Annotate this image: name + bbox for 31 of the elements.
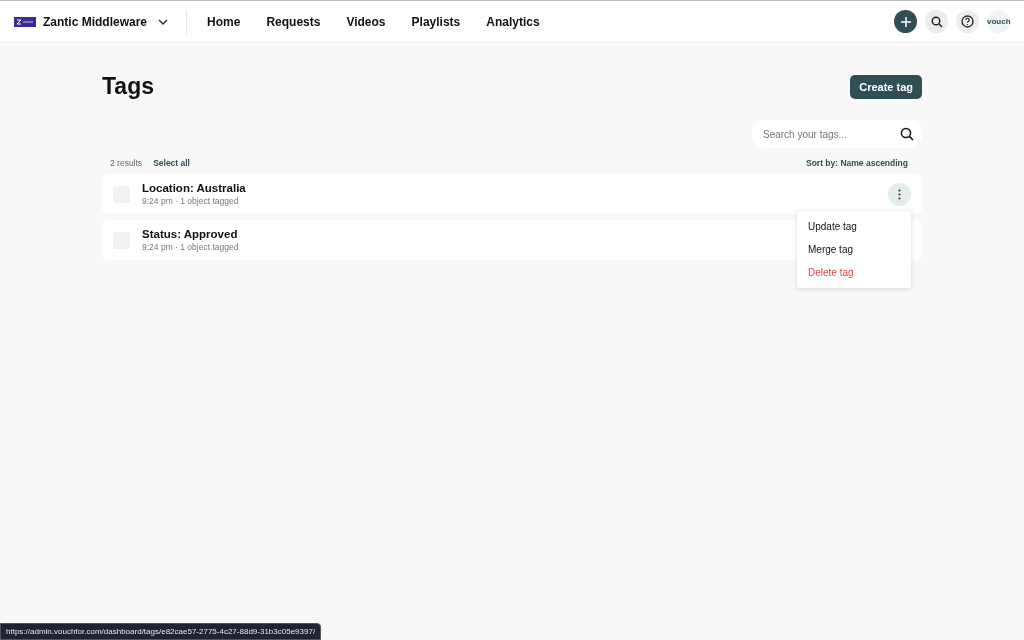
create-tag-button[interactable]: Create tag	[850, 74, 922, 99]
results-count: 2 results	[110, 158, 143, 168]
plus-icon	[899, 15, 912, 28]
chevron-down-icon[interactable]	[158, 18, 169, 25]
more-icon	[898, 188, 901, 200]
select-all-link[interactable]: Select all	[153, 158, 190, 168]
add-button[interactable]	[894, 10, 917, 33]
tag-name: Status: Approved	[142, 228, 239, 240]
nav-link[interactable]: Home	[207, 14, 241, 29]
tag-meta: 9:24 pm · 1 object tagged	[142, 242, 239, 252]
search-button[interactable]	[925, 10, 948, 33]
sort-link[interactable]: Sort by: Name ascending	[805, 158, 908, 168]
nav-link[interactable]: Analytics	[486, 14, 540, 29]
nav-link[interactable]: Requests	[266, 14, 321, 29]
page-title: Tags	[102, 73, 154, 100]
search-icon	[900, 127, 914, 141]
help-button[interactable]	[956, 10, 979, 33]
account-avatar[interactable]: vouch	[987, 10, 1010, 33]
nav-link[interactable]: Videos	[346, 14, 386, 29]
more-options-button[interactable]	[888, 182, 911, 206]
status-url: https://admin.vouchfor.com/dashboard/tags/e82cae57-2775-4c27-88d9-31b3c05e9397/	[0, 623, 322, 640]
tag-meta: 9:24 pm · 1 object tagged	[142, 196, 240, 206]
workspace-name[interactable]: Zantic Middleware	[43, 14, 148, 29]
menu-item[interactable]: Merge tag	[797, 238, 911, 261]
search-field[interactable]: Search your tags...	[752, 120, 922, 148]
search-icon	[930, 15, 943, 28]
help-icon	[961, 15, 974, 28]
nav-link[interactable]: Playlists	[411, 14, 461, 29]
menu-item[interactable]: Delete tag	[797, 261, 911, 284]
workspace-logo	[14, 16, 36, 27]
tag-name: Location: Australia	[142, 182, 246, 194]
